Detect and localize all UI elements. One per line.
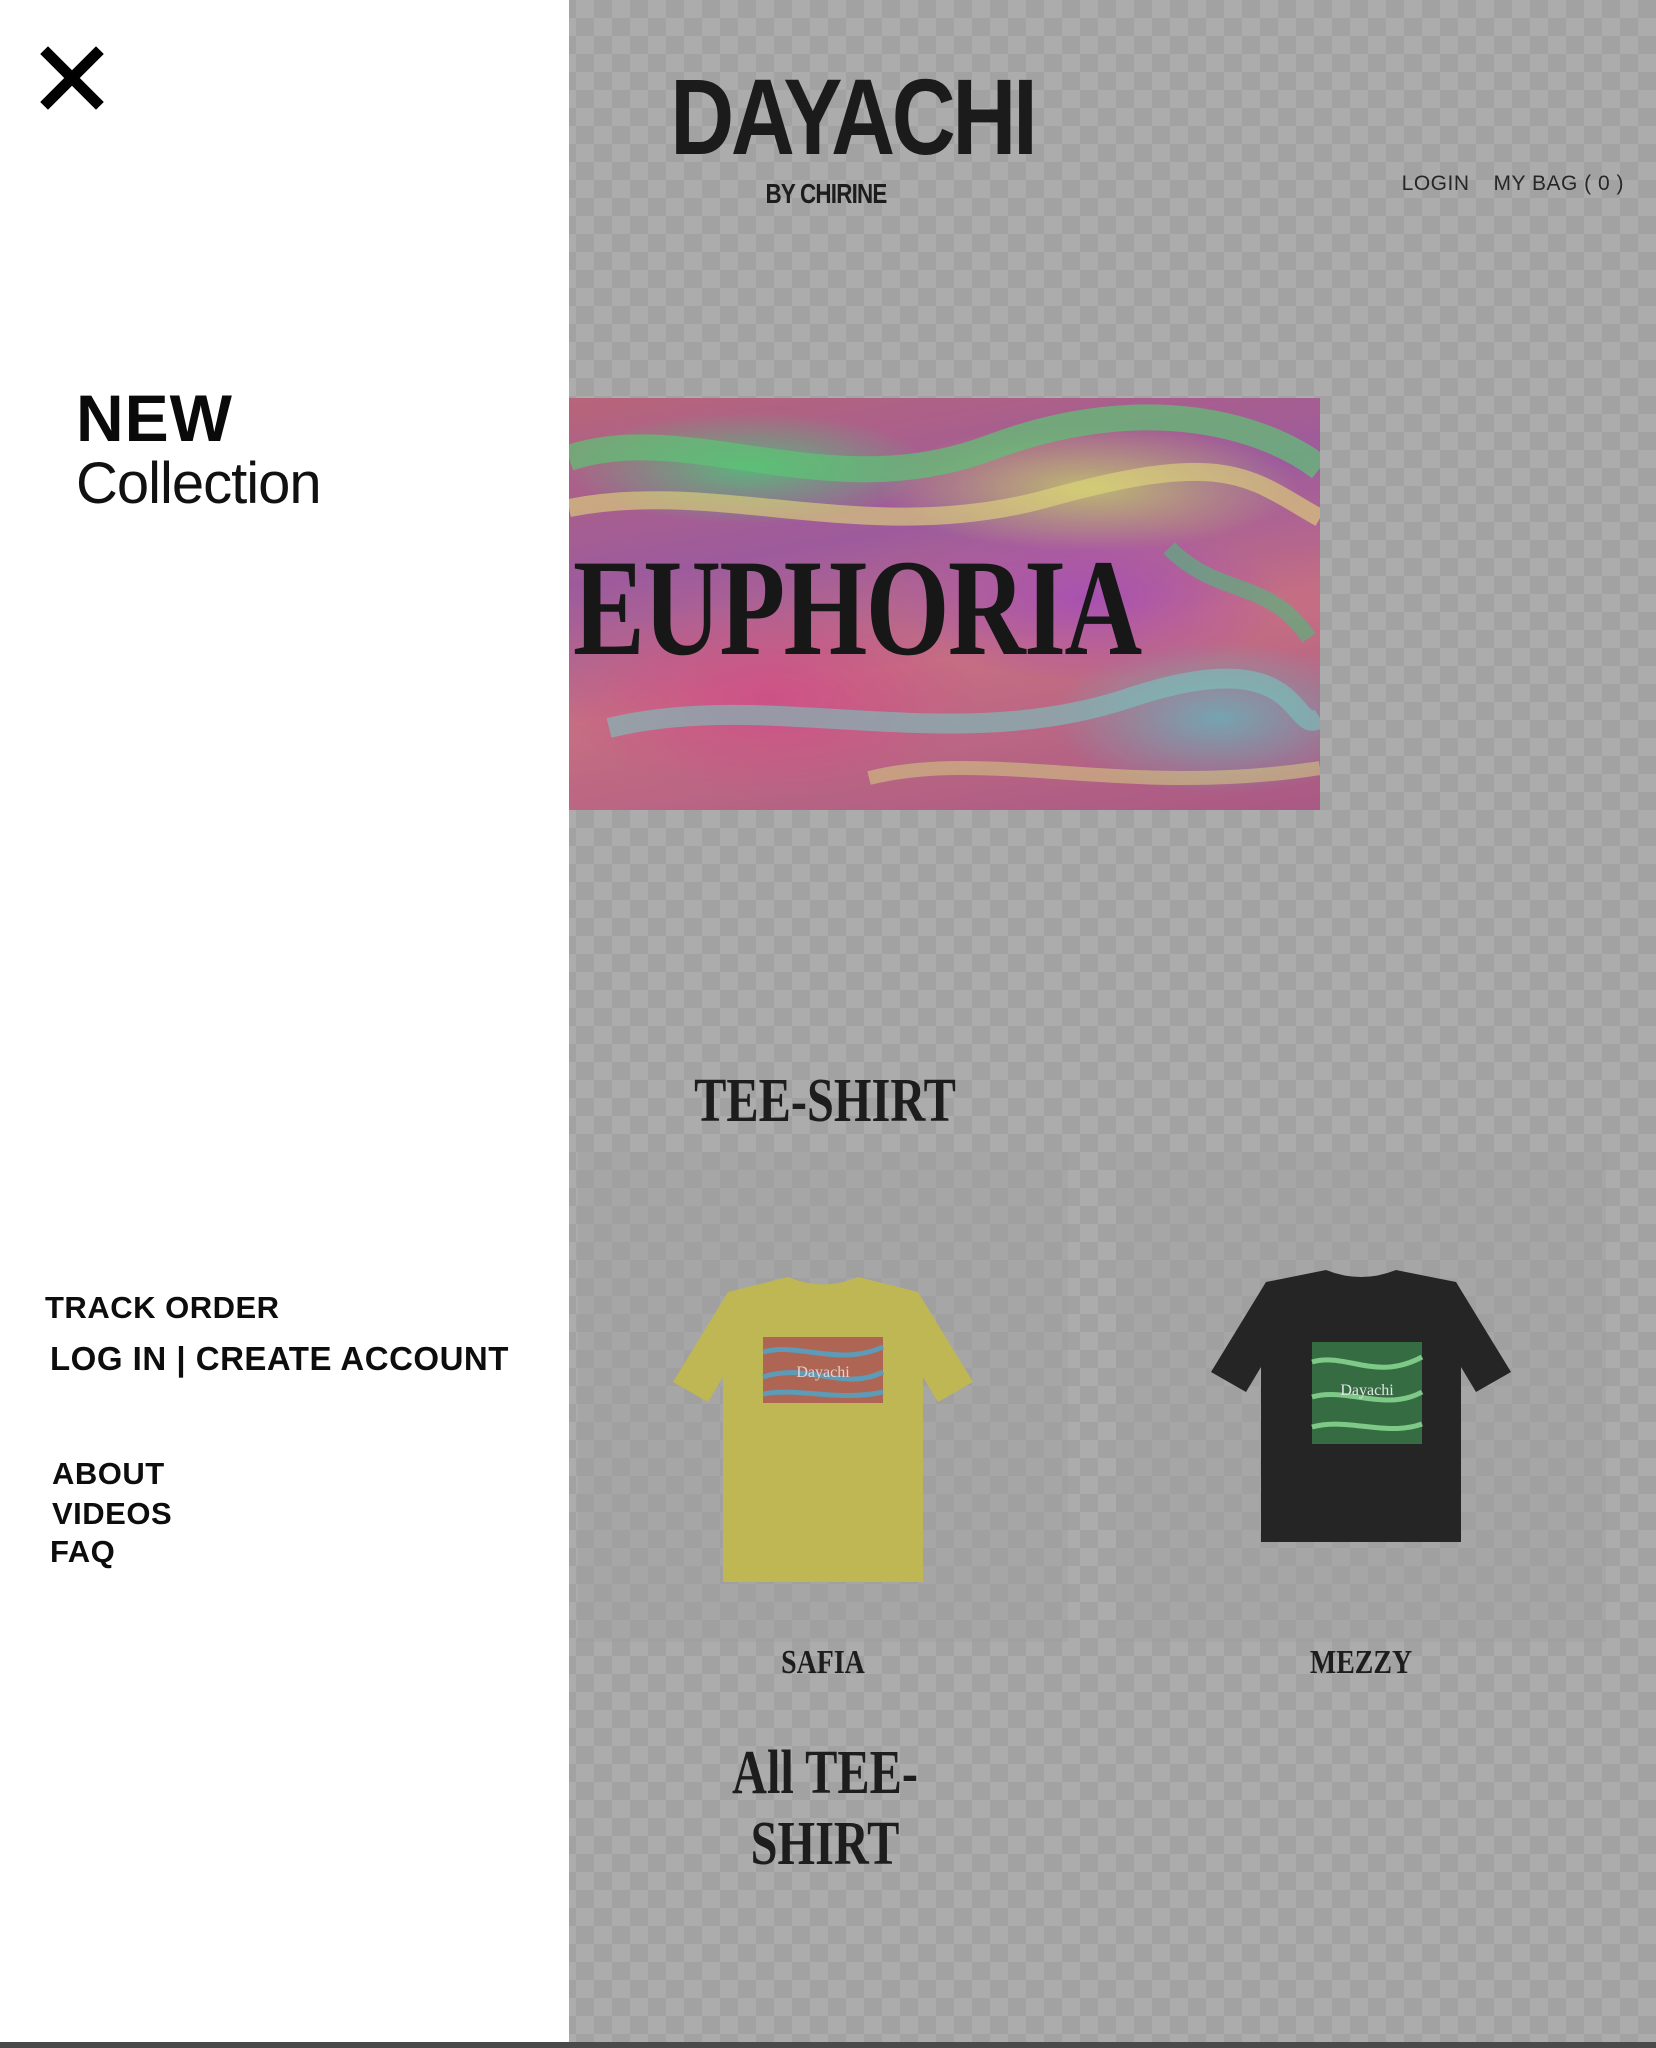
videos-link[interactable]: VIDEOS (52, 1496, 172, 1532)
new-collection-subtitle[interactable]: Collection (76, 450, 322, 517)
close-button[interactable] (40, 46, 104, 110)
close-icon (40, 46, 104, 110)
track-order-link[interactable]: TRACK ORDER (45, 1290, 280, 1326)
faq-link[interactable]: FAQ (50, 1534, 115, 1570)
side-drawer: NEW Collection TRACK ORDER LOG IN | CREA… (0, 0, 569, 2048)
login-create-account-link[interactable]: LOG IN | CREATE ACCOUNT (50, 1340, 509, 1378)
bottom-edge (0, 2042, 1656, 2048)
about-link[interactable]: ABOUT (52, 1456, 165, 1492)
new-collection-title[interactable]: NEW (76, 380, 233, 456)
